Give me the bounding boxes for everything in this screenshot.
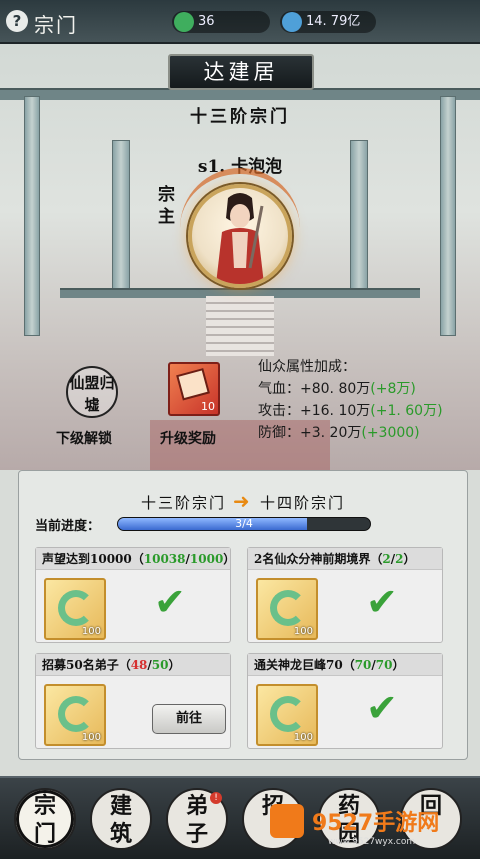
nav-building[interactable]: 建筑 xyxy=(90,788,152,850)
top-bar: ? 宗门 36 14. 79亿 xyxy=(0,0,480,44)
jade-reward-item[interactable]: 100 xyxy=(44,684,106,746)
next-unlock-seal[interactable]: 仙盟归墟 xyxy=(66,366,118,418)
check-icon: ✔ xyxy=(366,580,398,624)
spirit-drop-icon xyxy=(282,12,302,32)
leader-figure-icon xyxy=(216,193,264,284)
task-card: 通关神龙巨峰70（70/70） 100 ✔ xyxy=(247,653,443,749)
jade-ring-icon xyxy=(58,590,94,626)
rank-to: 十四阶宗门 xyxy=(259,494,345,512)
leader-label: 宗主 xyxy=(158,185,175,227)
task-title: 招募50名弟子（48/50） xyxy=(36,654,230,676)
scroll-icon xyxy=(176,368,210,401)
jade-ring-icon xyxy=(270,590,306,626)
notification-badge: ! xyxy=(210,792,222,804)
attribute-row-attack: 攻击：+16. 10万(+1. 60万) xyxy=(258,403,443,419)
progress-label: 当前进度： xyxy=(35,519,101,534)
jade-reward-item[interactable]: 100 xyxy=(256,578,318,640)
check-icon: ✔ xyxy=(154,580,186,624)
rank-upgrade-header: 十三阶宗门 ➜ 十四阶宗门 xyxy=(19,489,467,513)
nav-sect[interactable]: 宗门 xyxy=(14,788,76,850)
next-unlock-caption: 下级解锁 xyxy=(56,431,112,447)
progress-bar: 3/4 xyxy=(117,517,371,531)
progress-text: 3/4 xyxy=(235,517,253,530)
help-button[interactable]: ? xyxy=(6,10,28,32)
upgrade-reward-item[interactable]: 10 xyxy=(168,362,220,416)
jade-ring-icon xyxy=(58,696,94,732)
resource-spirit-value: 14. 79亿 xyxy=(306,14,361,29)
watermark-logo: 9527手游网 www.9527wyx.com xyxy=(270,804,439,847)
rank-from: 十三阶宗门 xyxy=(141,494,227,512)
check-icon: ✔ xyxy=(366,686,398,730)
task-title: 通关神龙巨峰70（70/70） xyxy=(248,654,442,676)
attribute-title: 仙众属性加成： xyxy=(258,359,356,375)
attribute-row-hp: 气血：+80. 80万(+8万) xyxy=(258,381,416,397)
page-title: 宗门 xyxy=(34,13,78,37)
attribute-row-defense: 防御：+3. 20万(+3000) xyxy=(258,425,420,441)
task-card: 招募50名弟子（48/50） 100 前往 xyxy=(35,653,231,749)
go-button[interactable]: 前往 xyxy=(152,704,226,734)
svg-text:www.9527wyx.com: www.9527wyx.com xyxy=(328,837,415,847)
upgrade-panel: 十三阶宗门 ➜ 十四阶宗门 当前进度： 3/4 声望达到10000（10038/… xyxy=(18,470,468,760)
pillar xyxy=(440,96,456,336)
arrow-right-icon: ➜ xyxy=(232,489,260,513)
resource-spirit[interactable]: 14. 79亿 xyxy=(280,11,376,33)
nav-disciples[interactable]: 弟子! xyxy=(166,788,228,850)
task-title: 2名仙众分神前期境界（2/2） xyxy=(248,548,442,570)
task-card: 2名仙众分神前期境界（2/2） 100 ✔ xyxy=(247,547,443,643)
jade-plus-icon xyxy=(174,12,194,32)
hall-name-banner: 达建居 xyxy=(168,54,314,90)
sect-rank: 十三阶宗门 xyxy=(190,107,290,127)
pillar xyxy=(24,96,40,336)
task-card: 声望达到10000（10038/1000） 100 ✔ xyxy=(35,547,231,643)
jade-ring-icon xyxy=(270,696,306,732)
jade-reward-item[interactable]: 100 xyxy=(256,684,318,746)
reward-count: 10 xyxy=(201,400,215,413)
leader-portrait[interactable] xyxy=(188,184,292,288)
resource-jade[interactable]: 36 xyxy=(172,11,270,33)
attribute-bonus: 仙众属性加成： 气血：+80. 80万(+8万) 攻击：+16. 10万(+1.… xyxy=(258,356,443,444)
jade-reward-item[interactable]: 100 xyxy=(44,578,106,640)
task-title: 声望达到10000（10038/1000） xyxy=(36,548,230,570)
resource-jade-value: 36 xyxy=(198,14,215,29)
central-stairs xyxy=(206,296,274,356)
svg-text:9527手游网: 9527手游网 xyxy=(312,810,439,836)
upgrade-reward-caption: 升级奖励 xyxy=(160,431,216,447)
